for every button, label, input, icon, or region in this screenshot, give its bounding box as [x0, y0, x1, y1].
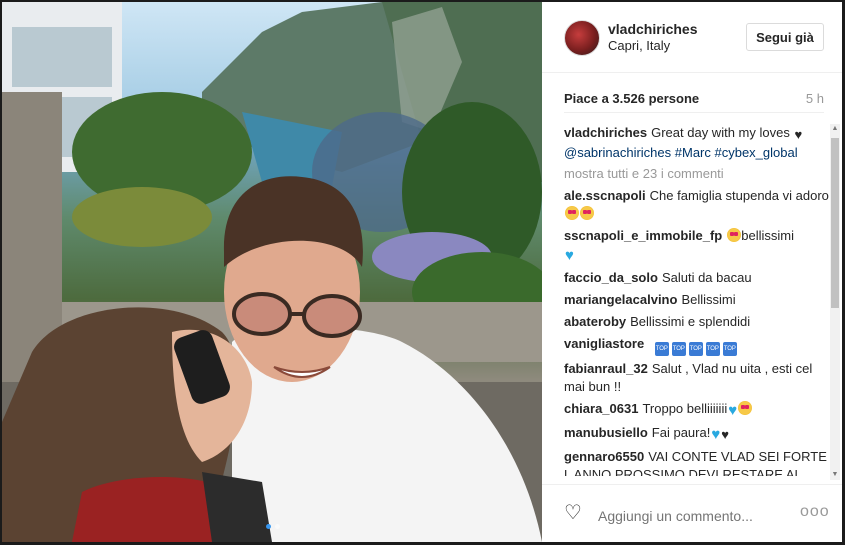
- post-time: 5 h: [805, 91, 824, 106]
- comment-user[interactable]: ale.sscnapoli: [564, 188, 646, 203]
- comment-text: Troppo belliiiiiii: [642, 401, 728, 416]
- comment: sscnapoli_e_immobile_fp bellissimi ♥: [564, 227, 832, 265]
- post-header: vladchiriches Capri, Italy Segui già: [542, 2, 842, 73]
- comment-user[interactable]: faccio_da_solo: [564, 270, 658, 285]
- comment-text: Fai paura!: [651, 425, 711, 440]
- comment: fabianraul_32 Salut , Vlad nu uita , esti…: [564, 360, 832, 396]
- mention-link[interactable]: @sabrinachiriches: [564, 145, 671, 160]
- divider: [564, 112, 824, 113]
- scroll-down-arrow-icon[interactable]: ▼: [830, 470, 840, 480]
- comment-user[interactable]: fabianraul_32: [564, 361, 648, 376]
- hashtag-links[interactable]: #Marc #cybex_global: [675, 145, 798, 160]
- comments-scrollbar[interactable]: ▲ ▼: [830, 124, 840, 480]
- scrollbar-thumb[interactable]: [831, 138, 839, 308]
- comment-text: bellissimi: [741, 228, 794, 243]
- comment-user[interactable]: manubusiello: [564, 425, 648, 440]
- carousel-indicator: [266, 524, 280, 529]
- black-heart-emoji-icon: ♥: [794, 127, 803, 142]
- comment: faccio_da_solo Saluti da bacau: [564, 269, 832, 287]
- comment: abateroby Bellissimi e splendidi: [564, 313, 832, 331]
- blue-heart-emoji-icon: ♥: [728, 402, 738, 419]
- username-link[interactable]: vladchiriches: [608, 21, 698, 37]
- comment-bar: ♡ ooo: [542, 484, 842, 542]
- comment: mariangelacalvino Bellissimi: [564, 291, 832, 309]
- post-modal: vladchiriches Capri, Italy Segui già Pia…: [2, 2, 842, 542]
- top-emoji-icon: TOP: [654, 342, 669, 356]
- heart-eyes-emoji-icon: [727, 228, 742, 242]
- top-emoji-icon: TOP: [688, 342, 703, 356]
- photo-illustration: [2, 2, 542, 542]
- comment-user[interactable]: abateroby: [564, 314, 626, 329]
- comment-user[interactable]: sscnapoli_e_immobile_fp: [564, 228, 722, 243]
- comment-user[interactable]: vladchiriches: [564, 125, 647, 140]
- post-photo[interactable]: [2, 2, 542, 542]
- likes-count[interactable]: Piace a 3.526 persone: [564, 91, 699, 106]
- location-link[interactable]: Capri, Italy: [608, 38, 670, 53]
- comment: manubusiello Fai paura!♥♥: [564, 424, 832, 444]
- caption-text: Great day with my loves: [651, 125, 790, 140]
- comment: chiara_0631 Troppo belliiiiiii♥: [564, 400, 832, 420]
- follow-button[interactable]: Segui già: [746, 23, 824, 51]
- show-all-comments-link[interactable]: mostra tutti e 23 i commenti: [564, 166, 832, 181]
- top-emoji-icon: TOP: [671, 342, 686, 356]
- comment-user[interactable]: mariangelacalvino: [564, 292, 677, 307]
- top-emoji-icon: TOP: [722, 342, 737, 356]
- caption: vladchiriches Great day with my loves ♥ @…: [564, 124, 832, 162]
- scroll-up-arrow-icon[interactable]: ▲: [830, 124, 840, 134]
- comment-text: Che famiglia stupenda vi adoro: [649, 188, 829, 203]
- carousel-dot[interactable]: [266, 524, 271, 529]
- comment-text: Saluti da bacau: [661, 270, 752, 285]
- heart-eyes-emoji-icon: [738, 401, 753, 415]
- comment-text: Bellissimi e splendidi: [630, 314, 751, 329]
- comment: gennaro6550 VAI CONTE VLAD SEI FORTE L AN…: [564, 448, 832, 476]
- heart-eyes-emoji-icon: [580, 206, 594, 220]
- comments-list: vladchiriches Great day with my loves ♥ @…: [564, 124, 832, 476]
- comment-user[interactable]: vanigliastore: [564, 336, 644, 351]
- more-options-button[interactable]: ooo: [800, 503, 830, 521]
- heart-eyes-emoji-icon: [565, 206, 579, 220]
- black-heart-emoji-icon: ♥: [721, 427, 729, 442]
- comment-user[interactable]: gennaro6550: [564, 449, 644, 464]
- comment-user[interactable]: chiara_0631: [564, 401, 638, 416]
- comment-text: Bellissimi: [681, 292, 736, 307]
- post-side-panel: vladchiriches Capri, Italy Segui già Pia…: [542, 2, 842, 542]
- top-emoji-icon: TOP: [705, 342, 720, 356]
- carousel-dot[interactable]: [275, 524, 280, 529]
- blue-heart-emoji-icon: ♥: [711, 426, 721, 443]
- like-heart-icon[interactable]: ♡: [564, 503, 586, 523]
- blue-heart-emoji-icon: ♥: [565, 247, 574, 264]
- comment: vanigliastore TOP TOP TOP TOP TOP: [564, 335, 832, 356]
- comment-input[interactable]: [596, 505, 780, 527]
- comment: ale.sscnapoli Che famiglia stupenda vi ad…: [564, 187, 832, 223]
- avatar[interactable]: [564, 20, 600, 56]
